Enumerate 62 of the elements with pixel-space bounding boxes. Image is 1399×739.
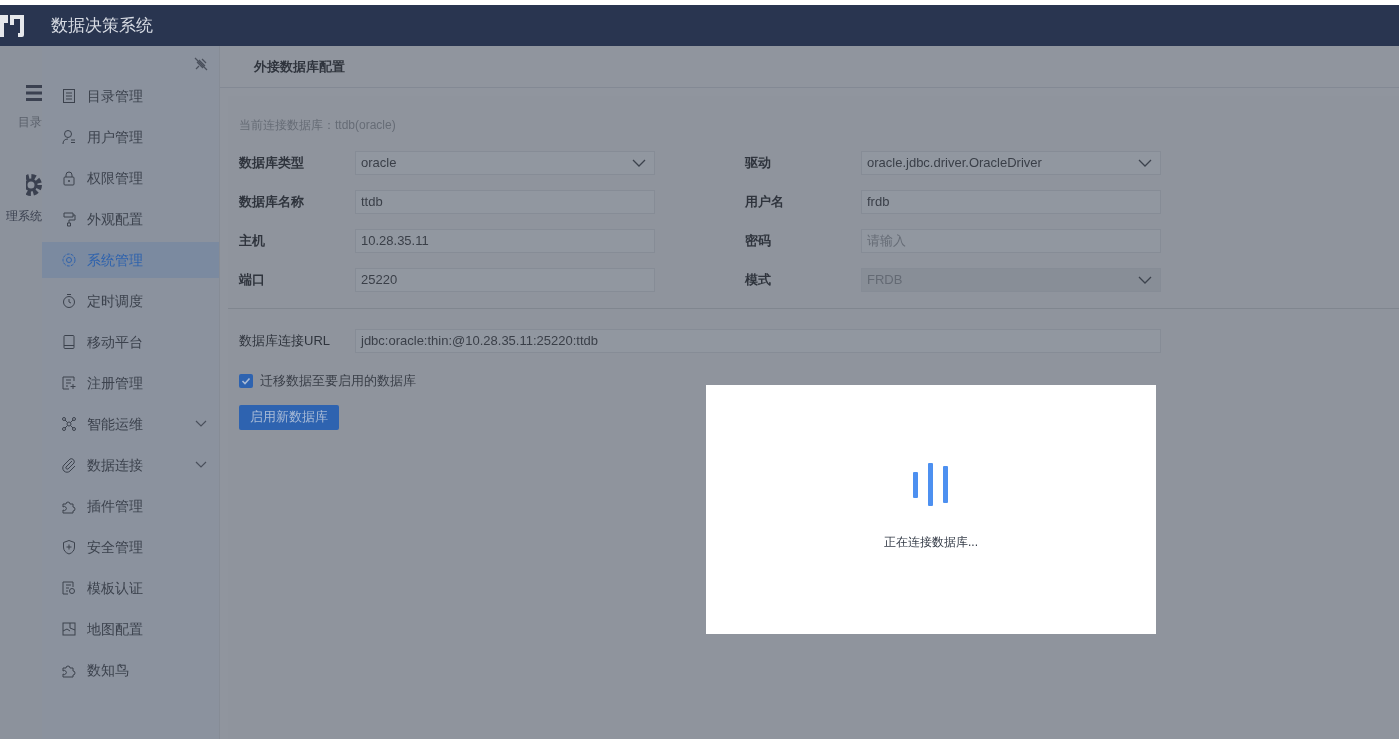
- field-label: 主机: [239, 232, 266, 251]
- chevron-down-icon: [632, 159, 646, 167]
- sidebar-item[interactable]: 系统管理: [42, 242, 219, 278]
- sidebar-item[interactable]: 注册管理: [42, 365, 219, 401]
- field-label: 密码: [745, 232, 772, 251]
- list-icon: [61, 88, 77, 104]
- check-icon: [241, 375, 251, 386]
- unpin-icon[interactable]: [194, 57, 208, 71]
- loading-spinner-icon: [913, 463, 949, 507]
- network-icon: [61, 416, 77, 432]
- paint-roller-icon: [61, 211, 77, 227]
- puzzle-icon: [61, 662, 77, 678]
- field-label: 模式: [745, 271, 772, 290]
- enable-database-button[interactable]: 启用新数据库: [239, 404, 339, 430]
- sidebar-item[interactable]: 插件管理: [42, 488, 219, 524]
- logo-icon: [0, 12, 24, 39]
- checkbox[interactable]: [239, 373, 253, 388]
- chevron-down-icon: [1138, 159, 1152, 167]
- field-label: 端口: [239, 271, 266, 290]
- sidebar-item[interactable]: 数知鸟: [42, 652, 219, 688]
- field-label: 数据库连接URL: [239, 332, 331, 351]
- sidebar-item[interactable]: 定时调度: [42, 283, 219, 319]
- form-plus-icon: [61, 375, 77, 391]
- input-field[interactable]: 10.28.35.11: [355, 229, 655, 253]
- url-field[interactable]: jdbc:oracle:thin:@10.28.35.11:25220:ttdb: [355, 329, 1161, 353]
- checkbox-label[interactable]: 迁移数据至要启用的数据库: [260, 371, 416, 391]
- gear-icon[interactable]: [26, 174, 42, 196]
- document-icon: [61, 580, 77, 596]
- lock-icon: [61, 170, 77, 186]
- map-icon: [61, 621, 77, 637]
- sidebar-item[interactable]: 外观配置: [42, 201, 219, 237]
- field-label: 数据库名称: [239, 193, 305, 212]
- puzzle-icon: [61, 498, 77, 514]
- input-field[interactable]: frdb: [861, 190, 1161, 214]
- rail-label[interactable]: 理系统: [6, 210, 42, 222]
- sidebar-item[interactable]: 目录管理: [42, 78, 219, 114]
- field-label: 驱动: [745, 154, 772, 173]
- stopwatch-icon: [61, 293, 77, 309]
- sidebar-item[interactable]: 智能运维: [42, 406, 219, 442]
- select-field[interactable]: oracle: [355, 151, 655, 175]
- tablet-icon: [61, 334, 77, 350]
- sidebar-item[interactable]: 用户管理: [42, 119, 219, 155]
- chevron-down-icon: [1138, 276, 1152, 284]
- sidebar-item[interactable]: 模板认证: [42, 570, 219, 606]
- sidebar-item[interactable]: 移动平台: [42, 324, 219, 360]
- select-field[interactable]: oracle.jdbc.driver.OracleDriver: [861, 151, 1161, 175]
- input-field[interactable]: ttdb: [355, 190, 655, 214]
- page-title: 外接数据库配置: [254, 57, 345, 76]
- loading-message: 正在连接数据库...: [884, 534, 978, 551]
- sidebar-item[interactable]: 安全管理: [42, 529, 219, 565]
- sidebar-item[interactable]: 数据连接: [42, 447, 219, 483]
- input-field[interactable]: 25220: [355, 268, 655, 292]
- sidebar-item[interactable]: 地图配置: [42, 611, 219, 647]
- user-icon: [61, 129, 77, 145]
- field-label: 数据库类型: [239, 154, 305, 173]
- gear-icon: [61, 252, 77, 268]
- shield-icon: [61, 539, 77, 555]
- menu-icon[interactable]: [26, 84, 42, 102]
- sidebar-item[interactable]: 权限管理: [42, 160, 219, 196]
- field-label: 用户名: [745, 193, 785, 212]
- app-title: 数据决策系统: [51, 14, 153, 37]
- paperclip-icon: [61, 457, 77, 473]
